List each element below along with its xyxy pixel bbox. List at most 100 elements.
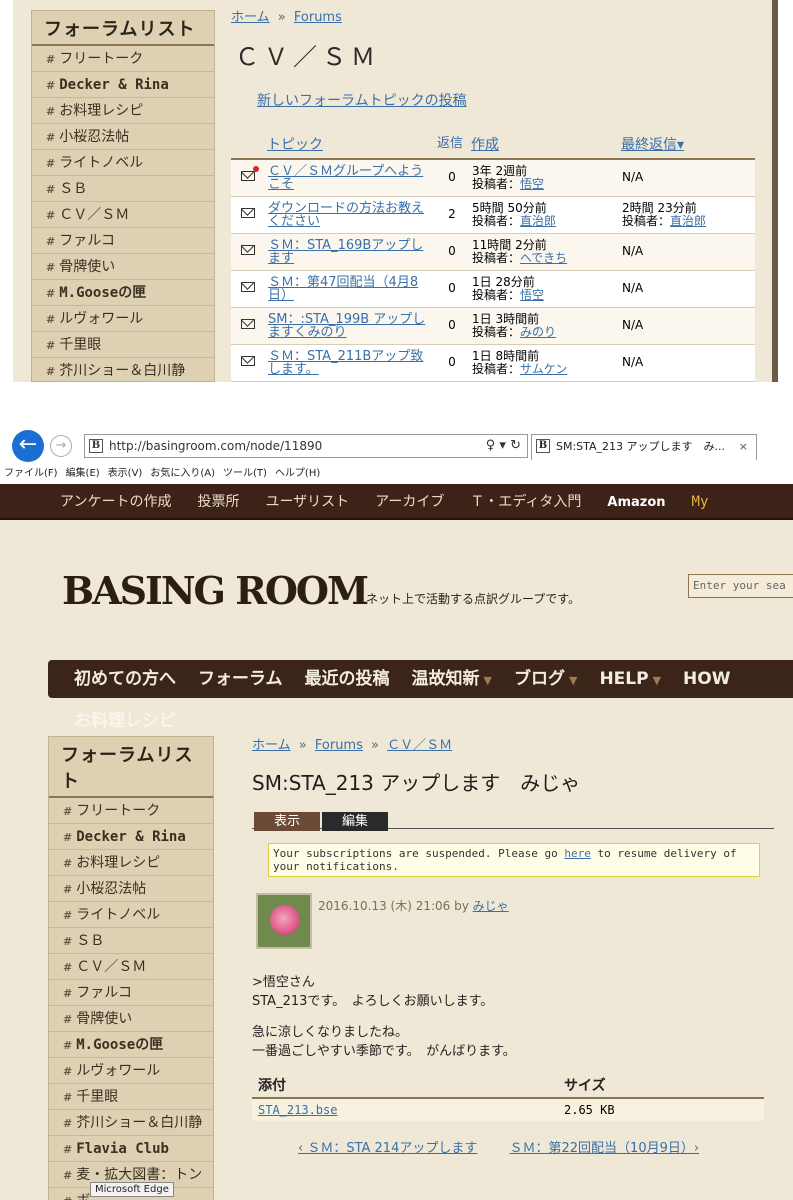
- created-time: 1日 8時間前: [472, 348, 540, 363]
- sidebar-item[interactable]: # 骨牌使い: [49, 1006, 213, 1032]
- scrollbar[interactable]: [772, 0, 778, 382]
- notice-here-link[interactable]: here: [564, 847, 591, 860]
- hash-icon: #: [46, 131, 56, 144]
- sidebar-item[interactable]: # 小桜忍法帖: [49, 876, 213, 902]
- sidebar-item[interactable]: # 小桜忍法帖: [32, 124, 214, 150]
- menu-item[interactable]: ツール(T): [223, 468, 267, 479]
- menu-item[interactable]: お気に入り(A): [150, 468, 215, 479]
- sidebar-item[interactable]: # ＣＶ／ＳＭ: [49, 954, 213, 980]
- last-reply-column-header[interactable]: 最終返信▾: [619, 130, 755, 160]
- forward-button[interactable]: →: [50, 435, 72, 457]
- tab-edit[interactable]: 編集: [322, 812, 389, 831]
- sidebar-item[interactable]: # ファルコ: [32, 228, 214, 254]
- sidebar-item[interactable]: # M.Gooseの匣: [32, 280, 214, 306]
- back-button[interactable]: ←: [12, 430, 44, 462]
- tab-close-icon[interactable]: ×: [739, 435, 748, 459]
- site-logo[interactable]: BASING ROOM: [62, 568, 369, 613]
- post-date: 2016.10.13 (木) 21:06 by みじゃ: [318, 897, 509, 914]
- main-nav-item[interactable]: HELP ▼: [599, 669, 661, 689]
- top-nav-item[interactable]: 投票所: [197, 494, 239, 510]
- sidebar-item[interactable]: # ルヴォワール: [32, 306, 214, 332]
- tab-view[interactable]: 表示: [254, 812, 321, 831]
- topic-link[interactable]: ＳＭ：第47回配当（4月8日）: [268, 275, 418, 303]
- new-topic-link[interactable]: 新しいフォーラムトピックの投稿: [257, 90, 761, 110]
- breadcrumb-cvsm[interactable]: ＣＶ／ＳＭ: [387, 738, 452, 753]
- sidebar-item[interactable]: # ファルコ: [49, 980, 213, 1006]
- breadcrumb-home[interactable]: ホーム: [252, 738, 291, 753]
- sidebar-item[interactable]: # M.Gooseの匣: [49, 1032, 213, 1058]
- sidebar-item[interactable]: # ＳＢ: [32, 176, 214, 202]
- main-nav-item[interactable]: 最近の投稿: [305, 669, 390, 689]
- next-post-link[interactable]: ＳＭ：第22回配当（10月9日）›: [510, 1141, 700, 1156]
- sidebar-item[interactable]: # ＳＢ: [49, 928, 213, 954]
- sidebar-item[interactable]: # 芥川ショー＆白川静: [49, 1110, 213, 1136]
- breadcrumb-home[interactable]: ホーム: [231, 10, 270, 25]
- author-link[interactable]: へできち: [520, 251, 567, 265]
- author-link[interactable]: 直治郎: [520, 214, 556, 228]
- top-nav-item[interactable]: ユーザリスト: [265, 494, 349, 510]
- top-nav-my[interactable]: My: [692, 494, 709, 510]
- created-column-header[interactable]: 作成: [469, 130, 619, 160]
- top-nav-amazon[interactable]: Amazon: [607, 495, 665, 510]
- topic-column-header[interactable]: トピック: [265, 130, 435, 160]
- menu-item[interactable]: ヘルプ(H): [275, 468, 320, 479]
- topic-link[interactable]: ＣＶ／ＳＭグループへようこそ: [268, 164, 423, 192]
- sidebar-item[interactable]: # フリートーク: [32, 46, 214, 72]
- breadcrumb-forums[interactable]: Forums: [294, 10, 342, 25]
- hash-icon: #: [63, 831, 73, 844]
- main-nav-item[interactable]: ブログ ▼: [514, 669, 577, 689]
- search-input[interactable]: Enter your sea: [688, 574, 793, 598]
- sidebar-item[interactable]: # 芥川ショー＆白川静: [32, 358, 214, 382]
- menu-item[interactable]: 表示(V): [108, 468, 143, 479]
- main-nav-item[interactable]: フォーラム: [198, 669, 283, 689]
- sidebar-item[interactable]: # Decker & Rina: [49, 824, 213, 850]
- main-nav-item[interactable]: 初めての方へ: [74, 669, 176, 689]
- menu-item[interactable]: 編集(E): [66, 468, 100, 479]
- top-nav-item[interactable]: Ｔ・エディタ入門: [470, 494, 581, 510]
- sidebar-item-label: 骨牌使い: [76, 1011, 133, 1027]
- sidebar-item[interactable]: # Decker & Rina: [32, 72, 214, 98]
- sidebar-item[interactable]: # ルヴォワール: [49, 1058, 213, 1084]
- author-link[interactable]: みじゃ: [473, 899, 509, 913]
- sidebar-item[interactable]: # お料理レシピ: [49, 850, 213, 876]
- author-link[interactable]: 悟空: [520, 288, 544, 302]
- sidebar-item[interactable]: # 千里眼: [49, 1084, 213, 1110]
- sidebar-item[interactable]: # ライトノベル: [49, 902, 213, 928]
- main-nav-item[interactable]: 温故知新 ▼: [412, 669, 492, 689]
- topic-link[interactable]: ダウンロードの方法お教えください: [268, 201, 424, 229]
- last-reply-sort-link[interactable]: 最終返信▾: [621, 137, 684, 153]
- prev-post-link[interactable]: ‹ ＳＭ：STA 214アップします: [298, 1141, 477, 1156]
- topic-table: トピック 返信 作成 最終返信▾ ＣＶ／ＳＭグループへようこそ 0 3年 2週前 投稿…: [231, 130, 755, 382]
- sidebar-item[interactable]: # ライトノベル: [32, 150, 214, 176]
- post-paragraph: 急に涼しくなりましたね。 一番過ごしやすい季節です。 がんばります。: [252, 1023, 774, 1061]
- main-nav-item[interactable]: HOW: [683, 669, 730, 689]
- topic-link[interactable]: ＳＭ：STA_211Bアップ致します。: [268, 349, 423, 377]
- author-link[interactable]: 悟空: [520, 177, 544, 191]
- top-nav-item[interactable]: アンケートの作成: [60, 494, 171, 510]
- last-author-link[interactable]: 直治郎: [670, 214, 706, 228]
- breadcrumb-forums[interactable]: Forums: [315, 738, 363, 753]
- mail-icon: [241, 208, 255, 218]
- search-refresh-icons[interactable]: ♀ ▾ ↻: [486, 435, 521, 457]
- url-field[interactable]: B http://basingroom.com/node/11890 ♀ ▾ ↻: [84, 434, 528, 458]
- topic-link[interactable]: ＳＭ：STA_169Bアップします: [268, 238, 423, 266]
- created-sort-link[interactable]: 作成: [471, 137, 499, 153]
- menu-item[interactable]: ファイル(F): [4, 468, 58, 479]
- replies-column-header[interactable]: 返信: [435, 130, 469, 160]
- sidebar-item[interactable]: # 骨牌使い: [32, 254, 214, 280]
- author-link[interactable]: サムケン: [520, 362, 567, 376]
- sidebar-item[interactable]: # Flavia Club: [49, 1136, 213, 1162]
- browser-tab[interactable]: B SM:STA_213 アップします み... ×: [531, 434, 757, 460]
- sidebar-item[interactable]: # 千里眼: [32, 332, 214, 358]
- sidebar-item[interactable]: # フリートーク: [49, 798, 213, 824]
- author-link[interactable]: みのり: [520, 325, 556, 339]
- avatar[interactable]: [256, 893, 312, 949]
- posted-by-label: 投稿者：: [472, 324, 521, 339]
- topic-sort-link[interactable]: トピック: [267, 137, 323, 153]
- hash-icon: #: [63, 961, 73, 974]
- topic-link[interactable]: SM：:STA_199B アップしますくみのり: [268, 312, 425, 340]
- sidebar-item[interactable]: # ＣＶ／ＳＭ: [32, 202, 214, 228]
- top-nav-item[interactable]: アーカイブ: [375, 494, 444, 510]
- sidebar-item[interactable]: # お料理レシピ: [32, 98, 214, 124]
- attachment-link[interactable]: STA_213.bse: [258, 1103, 337, 1117]
